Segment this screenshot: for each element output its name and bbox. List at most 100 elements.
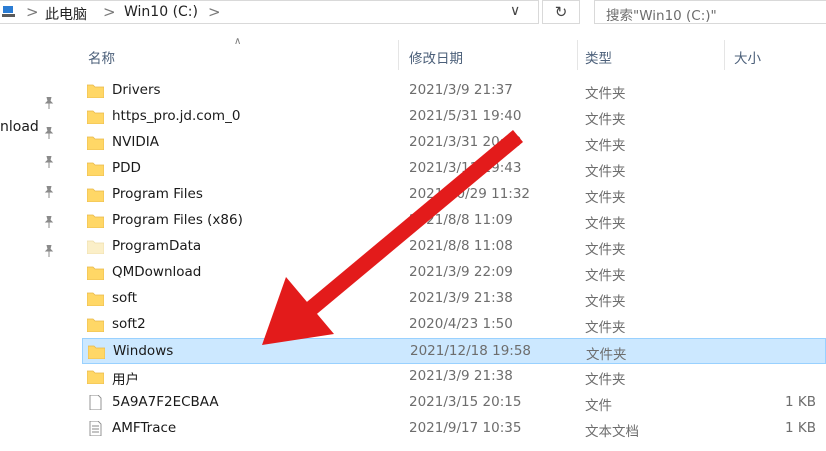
file-name: 5A9A7F2ECBAA: [112, 394, 219, 410]
file-modified-date: 2020/4/23 1:50: [409, 316, 513, 332]
column-header-name[interactable]: 名称: [88, 47, 115, 67]
file-modified-date: 2021/3/31 20:30: [409, 134, 522, 150]
pin-icon[interactable]: [44, 97, 54, 109]
file-type: 文件: [585, 398, 612, 414]
file-name: QMDownload: [112, 264, 202, 280]
file-name: soft2: [112, 316, 146, 332]
file-type: 文件夹: [585, 164, 626, 180]
breadcrumb-separator: >: [208, 3, 221, 21]
column-header-size[interactable]: 大小: [734, 47, 761, 67]
pin-icon[interactable]: [44, 216, 54, 228]
pin-icon[interactable]: [44, 245, 54, 257]
search-placeholder: 搜索"Win10 (C:)": [606, 8, 717, 24]
file-modified-date: 2021/9/17 10:35: [409, 420, 522, 436]
file-type: 文件夹: [585, 86, 626, 102]
folder-icon: [86, 187, 105, 203]
breadcrumb-separator: >: [103, 3, 116, 21]
address-dropdown-icon[interactable]: ∨: [510, 3, 520, 19]
file-row[interactable]: soft 2021/3/9 21:38 文件夹: [82, 286, 826, 312]
file-name: PDD: [112, 160, 141, 176]
file-modified-date: 2021/3/15 20:15: [409, 394, 522, 410]
file-row[interactable]: https_pro.jd.com_0 2021/5/31 19:40 文件夹: [82, 104, 826, 130]
breadcrumb-separator: >: [26, 3, 39, 21]
folder-icon: [86, 83, 105, 99]
file-icon: [87, 394, 104, 411]
file-row[interactable]: soft2 2020/4/23 1:50 文件夹: [82, 312, 826, 338]
file-name: Program Files (x86): [112, 212, 243, 228]
nav-item-download[interactable]: nload: [0, 119, 39, 135]
file-modified-date: 2021/3/9 21:38: [409, 368, 513, 384]
folder-icon: [86, 265, 105, 281]
folder-icon: [86, 161, 105, 177]
file-modified-date: 2021/10/29 11:32: [409, 186, 531, 202]
file-size: 1 KB: [785, 394, 816, 410]
file-name: NVIDIA: [112, 134, 159, 150]
file-row[interactable]: Program Files (x86) 2021/8/8 11:09 文件夹: [82, 208, 826, 234]
column-header-date[interactable]: 修改日期: [409, 47, 463, 67]
file-row[interactable]: Windows 2021/12/18 19:58 文件夹: [82, 338, 826, 364]
file-row[interactable]: Drivers 2021/3/9 21:37 文件夹: [82, 78, 826, 104]
sort-ascending-icon: ∧: [234, 36, 242, 47]
folder-hidden-icon: [86, 239, 105, 255]
file-row[interactable]: 用户 2021/3/9 21:38 文件夹: [82, 364, 826, 390]
folder-icon: [86, 369, 105, 385]
file-type: 文件夹: [585, 190, 626, 206]
column-header-type[interactable]: 类型: [585, 47, 612, 67]
pin-icon[interactable]: [44, 127, 54, 139]
folder-icon: [86, 109, 105, 125]
file-name: AMFTrace: [112, 420, 177, 436]
file-name: soft: [112, 290, 138, 306]
file-row[interactable]: 5A9A7F2ECBAA 2021/3/15 20:15 文件 1 KB: [82, 390, 826, 416]
file-type: 文件夹: [585, 242, 626, 258]
address-bar[interactable]: > 此电脑 > Win10 (C:) > ∨: [0, 0, 539, 24]
breadcrumb-this-pc[interactable]: 此电脑: [45, 4, 87, 24]
file-modified-date: 2021/5/31 19:40: [409, 108, 522, 124]
file-name: 用户: [112, 372, 139, 388]
file-type: 文件夹: [586, 347, 627, 363]
column-divider[interactable]: [724, 40, 725, 70]
file-type: 文件夹: [585, 138, 626, 154]
file-modified-date: 2021/12/18 19:58: [410, 343, 532, 359]
file-type: 文件夹: [585, 216, 626, 232]
file-row[interactable]: Program Files 2021/10/29 11:32 文件夹: [82, 182, 826, 208]
text-file-icon: [87, 420, 104, 437]
file-modified-date: 2021/8/8 11:08: [409, 238, 513, 254]
breadcrumb-drive-c[interactable]: Win10 (C:): [124, 4, 198, 20]
search-box[interactable]: 搜索"Win10 (C:)": [594, 0, 826, 24]
file-name: Program Files: [112, 186, 203, 202]
folder-icon: [86, 291, 105, 307]
file-modified-date: 2021/3/9 22:09: [409, 264, 513, 280]
pin-icon[interactable]: [44, 186, 54, 198]
file-type: 文件夹: [585, 268, 626, 284]
folder-icon: [86, 213, 105, 229]
folder-icon: [86, 317, 105, 333]
column-divider[interactable]: [398, 40, 399, 70]
file-type: 文件夹: [585, 294, 626, 310]
file-type: 文件夹: [585, 320, 626, 336]
file-row[interactable]: NVIDIA 2021/3/31 20:30 文件夹: [82, 130, 826, 156]
file-type: 文件夹: [585, 372, 626, 388]
file-size: 1 KB: [785, 420, 816, 436]
file-name: Windows: [113, 343, 174, 359]
file-modified-date: 2021/3/9 21:37: [409, 82, 513, 98]
address-toolbar: > 此电脑 > Win10 (C:) > ∨ ↻ 搜索"Win10 (C:)": [0, 0, 826, 26]
refresh-button[interactable]: ↻: [542, 0, 580, 24]
folder-icon: [87, 344, 106, 360]
file-modified-date: 2021/3/11 19:43: [409, 160, 522, 176]
computer-icon: [2, 6, 15, 17]
folder-icon: [86, 135, 105, 151]
file-list: Drivers 2021/3/9 21:37 文件夹 https_pro.jd.com…: [82, 78, 826, 442]
file-name: https_pro.jd.com_0: [112, 108, 241, 124]
navigation-pane: nload: [0, 26, 70, 451]
file-modified-date: 2021/8/8 11:09: [409, 212, 513, 228]
file-modified-date: 2021/3/9 21:38: [409, 290, 513, 306]
file-name: ProgramData: [112, 238, 202, 254]
pin-icon[interactable]: [44, 156, 54, 168]
file-row[interactable]: AMFTrace 2021/9/17 10:35 文本文档 1 KB: [82, 416, 826, 442]
file-type: 文件夹: [585, 112, 626, 128]
file-row[interactable]: ProgramData 2021/8/8 11:08 文件夹: [82, 234, 826, 260]
column-divider[interactable]: [577, 40, 578, 70]
file-row[interactable]: PDD 2021/3/11 19:43 文件夹: [82, 156, 826, 182]
file-name: Drivers: [112, 82, 161, 98]
file-row[interactable]: QMDownload 2021/3/9 22:09 文件夹: [82, 260, 826, 286]
